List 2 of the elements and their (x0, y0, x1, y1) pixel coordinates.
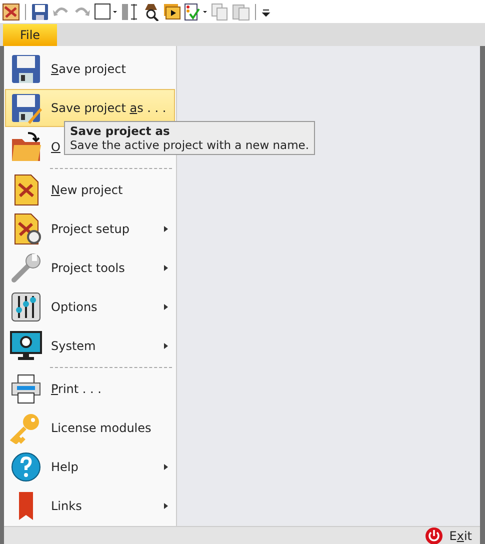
tooltip-title: Save project as (70, 124, 171, 138)
tooltip-text: Save the active project with a new name. (70, 138, 310, 152)
